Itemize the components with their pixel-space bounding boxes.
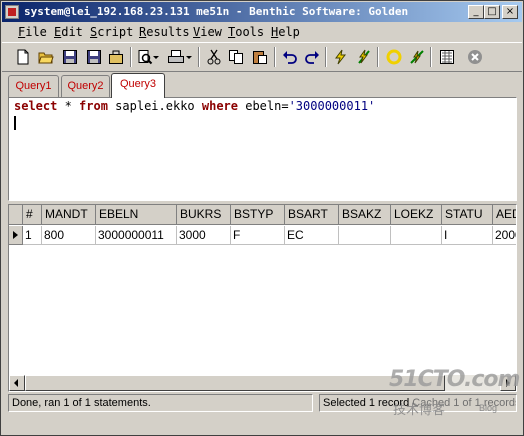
- execute-lightning-icon[interactable]: [333, 49, 349, 65]
- open-script-icon[interactable]: [108, 49, 124, 65]
- rollback-icon[interactable]: [409, 49, 425, 65]
- menu-tools[interactable]: Tools: [228, 25, 264, 39]
- sql-keyword-from: from: [79, 99, 108, 113]
- app-icon[interactable]: [5, 5, 19, 19]
- new-file-icon[interactable]: [15, 49, 31, 65]
- main-window: system@lei_192.168.23.131 me51n - Benthi…: [0, 0, 524, 436]
- tab-query1[interactable]: Query1: [8, 75, 59, 97]
- print-preview-icon[interactable]: [137, 49, 153, 65]
- menu-bar: File Edit Script Results View Tools Help: [2, 23, 522, 41]
- execute-script-icon[interactable]: [356, 49, 372, 65]
- row-indicator[interactable]: [9, 226, 23, 245]
- watermark-blog: Blog: [479, 403, 498, 413]
- tab-query3[interactable]: Query3: [111, 73, 165, 98]
- cell-loekz[interactable]: [391, 226, 442, 245]
- toolbar-separator: [430, 47, 432, 67]
- column-header-bsart[interactable]: BSART: [285, 205, 339, 225]
- save-as-icon[interactable]: [86, 49, 102, 65]
- save-icon[interactable]: [62, 49, 78, 65]
- cell-statu[interactable]: I: [442, 226, 493, 245]
- menu-help[interactable]: Help: [271, 25, 300, 39]
- commit-circle-icon[interactable]: [386, 49, 402, 65]
- arrow-left-icon: [14, 379, 18, 387]
- minimize-button[interactable]: _: [468, 5, 484, 19]
- cell-aedat[interactable]: 2000: [493, 226, 516, 245]
- watermark-logo: 51CTO.com: [389, 367, 520, 392]
- paste-icon[interactable]: [252, 49, 268, 65]
- watermark-subtitle: 技术博客: [393, 402, 446, 417]
- sql-line: select * from saplei.ekko where ebeln='3…: [14, 99, 375, 113]
- print-icon[interactable]: [168, 49, 184, 65]
- toolbar-separator: [198, 47, 200, 67]
- column-header-loekz[interactable]: LOEKZ: [391, 205, 442, 225]
- menu-file[interactable]: File: [18, 25, 47, 39]
- toolbar-separator: [377, 47, 379, 67]
- sql-keyword-where: where: [201, 99, 238, 113]
- title-bar[interactable]: system@lei_192.168.23.131 me51n - Benthi…: [2, 2, 522, 22]
- toolbar: [2, 42, 522, 72]
- menu-edit[interactable]: Edit: [54, 25, 83, 39]
- toolbar-separator: [325, 47, 327, 67]
- scroll-left-button[interactable]: [9, 375, 25, 391]
- menu-results[interactable]: Results: [139, 25, 190, 39]
- column-header-bsakz[interactable]: BSAKZ: [339, 205, 391, 225]
- cell-bstyp[interactable]: F: [231, 226, 285, 245]
- sql-editor[interactable]: select * from saplei.ekko where ebeln='3…: [8, 97, 517, 201]
- cancel-icon[interactable]: [467, 49, 483, 65]
- sql-star: *: [57, 99, 80, 113]
- column-header-ebeln[interactable]: EBELN: [96, 205, 177, 225]
- copy-icon[interactable]: [228, 49, 244, 65]
- redo-icon[interactable]: [304, 49, 320, 65]
- column-header-num[interactable]: #: [23, 205, 42, 225]
- menu-script[interactable]: Script: [90, 25, 133, 39]
- results-grid[interactable]: # MANDT EBELN BUKRS BSTYP BSART BSAKZ LO…: [8, 204, 517, 392]
- chevron-down-icon[interactable]: [186, 49, 192, 65]
- sql-string-value: '3000000011': [288, 99, 376, 113]
- cell-mandt[interactable]: 800: [42, 226, 96, 245]
- cell-row-num[interactable]: 1: [23, 226, 42, 245]
- sql-table: saplei.ekko: [107, 99, 202, 113]
- cell-bsart[interactable]: EC: [285, 226, 339, 245]
- object-browser-icon[interactable]: [439, 49, 455, 65]
- sql-keyword-select: select: [14, 99, 58, 113]
- close-button[interactable]: ×: [502, 5, 518, 19]
- undo-icon[interactable]: [282, 49, 298, 65]
- cut-icon[interactable]: [206, 49, 222, 65]
- column-header-statu[interactable]: STATU: [442, 205, 493, 225]
- sql-condition: ebeln=: [238, 99, 289, 113]
- maximize-button[interactable]: □: [484, 5, 500, 19]
- cell-bsakz[interactable]: [339, 226, 391, 245]
- column-header-bstyp[interactable]: BSTYP: [231, 205, 285, 225]
- window-title: system@lei_192.168.23.131 me51n - Benthi…: [24, 5, 409, 18]
- column-header-aedat[interactable]: AEDAT: [493, 205, 516, 225]
- cell-bukrs[interactable]: 3000: [177, 226, 231, 245]
- open-folder-icon[interactable]: [38, 49, 54, 65]
- menu-view[interactable]: View: [193, 25, 222, 39]
- scrollbar-thumb[interactable]: [25, 375, 445, 391]
- grid-corner: [9, 205, 23, 225]
- status-message: Done, ran 1 of 1 statements.: [8, 394, 313, 412]
- column-header-mandt[interactable]: MANDT: [42, 205, 96, 225]
- toolbar-separator: [274, 47, 276, 67]
- column-header-bukrs[interactable]: BUKRS: [177, 205, 231, 225]
- tab-query2[interactable]: Query2: [61, 75, 110, 97]
- text-caret: [14, 116, 16, 130]
- cell-ebeln[interactable]: 3000000011: [96, 226, 177, 245]
- chevron-down-icon[interactable]: [153, 49, 159, 65]
- toolbar-separator: [130, 47, 132, 67]
